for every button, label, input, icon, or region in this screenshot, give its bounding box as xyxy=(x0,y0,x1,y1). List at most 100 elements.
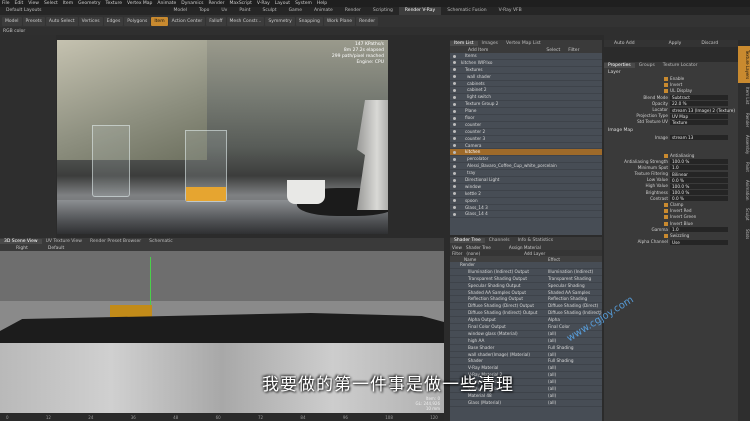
discard-button[interactable]: Discard xyxy=(701,41,718,46)
item-row[interactable]: cabinets xyxy=(450,81,602,88)
tab-model[interactable]: Model xyxy=(168,7,194,15)
render-preview[interactable]: 147 KPaths/s 8m 27.2s elapsed 299 path/p… xyxy=(57,40,388,234)
shader-filter-select[interactable]: (none) xyxy=(466,251,480,256)
item-row[interactable]: cabinet 2 xyxy=(450,87,602,95)
tab-game[interactable]: Game xyxy=(283,7,308,15)
color-mode-label[interactable]: RGB color xyxy=(3,29,25,34)
shader-mode[interactable]: Shader Tree xyxy=(466,245,491,250)
eye-icon[interactable] xyxy=(453,164,456,168)
menu-item-item[interactable]: Item xyxy=(63,1,73,6)
eye-icon[interactable] xyxy=(453,157,456,161)
viewport-tab-3d-scene-view[interactable]: 3D Scene View xyxy=(0,239,42,244)
viewport-tab-schematic[interactable]: Schematic xyxy=(145,239,177,244)
toolbar-work-plane-button[interactable]: Work Plane xyxy=(323,16,356,26)
toolbar-vertices-button[interactable]: Vertices xyxy=(78,16,103,26)
prop-value-field[interactable]: Bilinear xyxy=(670,171,728,177)
tab-animate[interactable]: Animate xyxy=(308,7,339,15)
item-row[interactable]: percolator xyxy=(450,156,602,164)
menu-item-edit[interactable]: Edit xyxy=(15,1,24,6)
shader-row[interactable]: Alpha Output Alpha xyxy=(450,317,602,325)
item-row[interactable]: Texture Group 2 xyxy=(450,101,602,109)
checkbox[interactable] xyxy=(664,215,668,220)
tab-render-v-ray[interactable]: Render V-Ray xyxy=(398,7,442,15)
shader-row[interactable]: Diffuse Shading (Direct) Output Diffuse S… xyxy=(450,303,602,311)
view-type[interactable]: Right xyxy=(16,246,28,251)
prop-value-field[interactable]: UV Map xyxy=(670,113,728,119)
menu-item-view[interactable]: View xyxy=(28,1,39,6)
item-row[interactable]: light switch xyxy=(450,94,602,102)
eye-icon[interactable] xyxy=(453,199,456,203)
add-layer-button[interactable]: Add Layer xyxy=(524,251,545,256)
eye-icon[interactable] xyxy=(453,68,456,72)
filter-button[interactable]: Filter xyxy=(568,48,579,53)
shader-row[interactable]: Illumination (Indirect) Output Illuminati… xyxy=(450,269,602,276)
shader-row[interactable]: Specular Shading Output Specular Shading xyxy=(450,283,602,290)
side-tab-sculpt[interactable]: Sculpt xyxy=(738,204,750,225)
side-tab-assembly[interactable]: Assembly xyxy=(738,131,750,158)
menu-item-file[interactable]: File xyxy=(2,1,10,6)
item-row[interactable]: Glass_14 3 xyxy=(450,205,602,212)
eye-icon[interactable] xyxy=(453,206,456,210)
checkbox[interactable] xyxy=(664,83,668,88)
toolbar-render-button[interactable]: Render xyxy=(356,16,379,26)
item-row[interactable]: Directional Light xyxy=(450,177,602,184)
eye-icon[interactable] xyxy=(453,178,456,182)
toolbar-item-button[interactable]: Item xyxy=(151,16,168,26)
shader-row[interactable]: Glass (Material) (all) xyxy=(450,400,602,407)
toolbar-snapping-button[interactable]: Snapping xyxy=(295,16,323,26)
tab-uv[interactable]: Uv xyxy=(215,7,233,15)
item-row[interactable]: spoon xyxy=(450,198,602,205)
toolbar-action-center-button[interactable]: Action Center xyxy=(168,16,206,26)
side-tab-texture-layers[interactable]: Texture Layers xyxy=(738,46,750,84)
menu-item-render[interactable]: Render xyxy=(208,1,224,6)
prop-value-field[interactable]: 100.0 % xyxy=(670,159,728,165)
toolbar-mesh-constr--button[interactable]: Mesh Constr... xyxy=(226,16,265,26)
menu-item-dynamics[interactable]: Dynamics xyxy=(181,1,203,6)
prop-value-field[interactable]: 1.0 xyxy=(670,165,728,171)
layout-dropdown[interactable]: Default Layouts xyxy=(0,7,48,15)
select-button[interactable]: Select xyxy=(546,48,560,53)
eye-icon[interactable] xyxy=(453,137,456,141)
eye-icon[interactable] xyxy=(453,54,456,58)
add-item-button[interactable]: Add Item xyxy=(468,48,488,53)
eye-icon[interactable] xyxy=(453,150,456,154)
prop-value-field[interactable]: 100.0 % xyxy=(670,184,728,190)
toolbar-falloff-button[interactable]: Falloff xyxy=(206,16,226,26)
eye-icon[interactable] xyxy=(453,95,456,99)
checkbox[interactable] xyxy=(664,203,668,207)
props-tab-texture-locator[interactable]: Texture Locator xyxy=(659,63,702,68)
menu-item-system[interactable]: System xyxy=(295,1,312,6)
checkbox[interactable] xyxy=(664,153,668,158)
shader-row[interactable]: Shaded AA Samples Output Shaded AA Sample… xyxy=(450,290,602,297)
eye-icon[interactable] xyxy=(453,192,456,196)
menu-item-layout[interactable]: Layout xyxy=(275,1,290,6)
prop-value-field[interactable]: 0.0 % xyxy=(670,177,728,183)
item-row[interactable]: Camera xyxy=(450,143,602,150)
prop-value-field[interactable]: 1.0 xyxy=(670,227,728,233)
item-row[interactable]: window xyxy=(450,184,602,191)
toolbar-edges-button[interactable]: Edges xyxy=(103,16,124,26)
itemlist-tab-vertex-map-list[interactable]: Vertex Map List xyxy=(502,41,545,46)
item-row[interactable]: Textures xyxy=(450,67,602,74)
shader-row[interactable]: Base Shader Full Shading xyxy=(450,345,602,352)
tab-sculpt[interactable]: Sculpt xyxy=(257,7,283,15)
prop-value-field[interactable]: stream 13 (Image) 2 (Texture) xyxy=(670,107,735,113)
shader-tab-shader-tree[interactable]: Shader Tree xyxy=(450,238,485,243)
item-row[interactable]: Glass_14 4 xyxy=(450,211,602,219)
tab-v-ray-vfb[interactable]: V-Ray VFB xyxy=(493,7,528,15)
side-tab-render[interactable]: Render xyxy=(738,109,750,131)
menu-item-select[interactable]: Select xyxy=(44,1,58,6)
tab-topo[interactable]: Topo xyxy=(193,7,215,15)
item-row[interactable]: wall shader xyxy=(450,74,602,81)
side-tab-stats[interactable]: Stats xyxy=(738,225,750,243)
toolbar-symmetry-button[interactable]: Symmetry xyxy=(265,16,295,26)
tab-paint[interactable]: Paint xyxy=(233,7,256,15)
menu-item-animate[interactable]: Animate xyxy=(157,1,176,6)
prop-value-field[interactable]: 22.0 % xyxy=(670,101,728,107)
eye-icon[interactable] xyxy=(453,171,456,175)
side-tab-paint[interactable]: Paint xyxy=(738,158,750,176)
item-row[interactable]: kitchen WIP.lxo xyxy=(450,60,602,67)
shading-type[interactable]: Default xyxy=(48,246,64,251)
eye-icon[interactable] xyxy=(453,102,456,106)
props-tab-groups[interactable]: Groups xyxy=(635,63,659,68)
